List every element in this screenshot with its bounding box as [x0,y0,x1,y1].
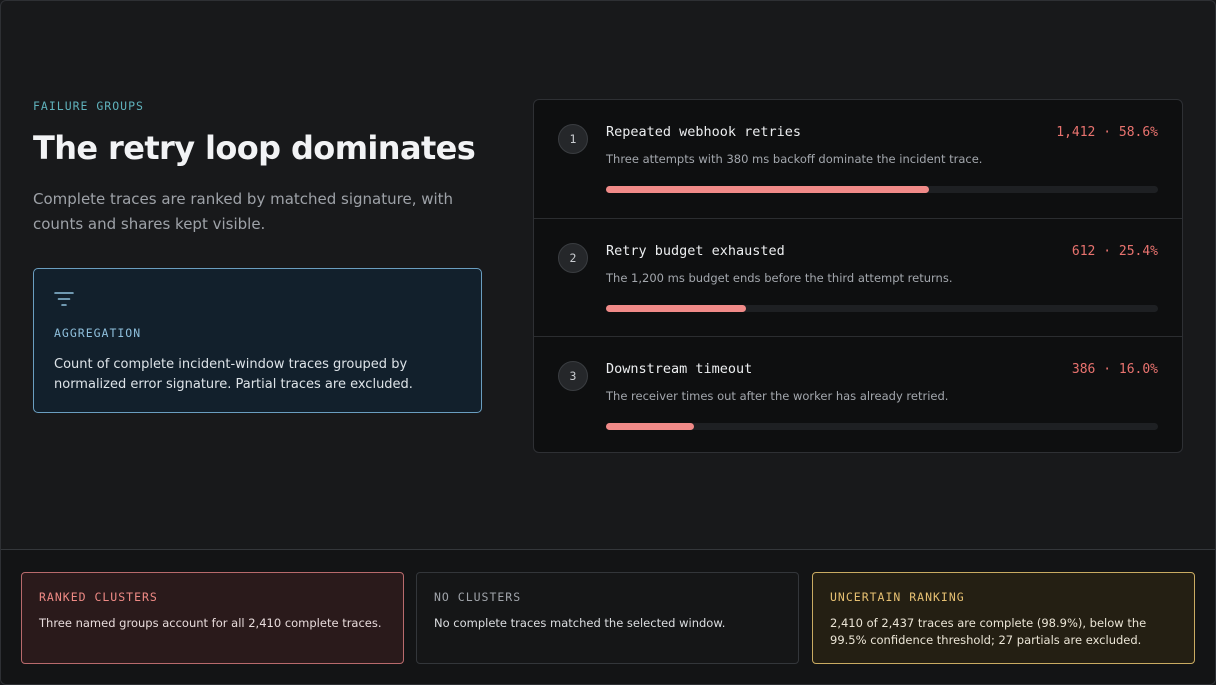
page-subtitle: Complete traces are ranked by matched si… [33,190,454,233]
cluster-count-share: 386 · 16.0% [1071,362,1158,377]
cluster-count-share: 612 · 25.4% [1071,244,1158,259]
cluster-count-share: 1,412 · 58.6% [1056,125,1158,140]
cluster-row[interactable]: 1 Repeated webhook retries 1,412 · 58.6%… [534,100,1182,218]
state-legend-strip: RANKED CLUSTERS Three named groups accou… [1,549,1215,684]
cluster-title: Downstream timeout [606,361,753,377]
share-bar-fill [606,186,930,193]
share-bar-fill [606,305,747,312]
aggregation-label: AGGREGATION [54,326,142,340]
cluster-description: The 1,200 ms budget ends before the thir… [606,271,953,285]
failure-groups-view: FAILURE GROUPS The retry loop dominates … [0,0,1216,685]
state-label: NO CLUSTERS [434,590,522,604]
share-bar-track [606,305,1158,312]
cluster-row[interactable]: 2 Retry budget exhausted 612 · 25.4% The… [534,218,1182,336]
state-no-clusters: NO CLUSTERS No complete traces matched t… [416,572,799,664]
cluster-row[interactable]: 3 Downstream timeout 386 · 16.0% The rec… [534,336,1182,452]
state-label: UNCERTAIN RANKING [830,590,965,604]
state-ranked-clusters: RANKED CLUSTERS Three named groups accou… [21,572,404,664]
cluster-description: Three attempts with 380 ms backoff domin… [606,152,983,166]
state-description: No complete traces matched the selected … [434,616,726,630]
state-description: Three named groups account for all 2,410… [39,616,382,630]
section-eyebrow: FAILURE GROUPS [33,99,144,113]
rank-badge: 3 [558,361,588,391]
state-label: RANKED CLUSTERS [39,590,158,604]
aggregation-description: Count of complete incident-window traces… [54,357,413,392]
filter-icon [54,292,74,306]
state-description: 2,410 of 2,437 traces are complete (98.9… [830,616,1147,647]
share-bar-track [606,186,1158,193]
aggregation-card: AGGREGATION Count of complete incident-w… [33,268,482,413]
page-title: The retry loop dominates [33,129,476,167]
rank-badge: 1 [558,124,588,154]
share-bar-fill [606,423,695,430]
cluster-title: Retry budget exhausted [606,243,785,259]
state-uncertain-ranking: UNCERTAIN RANKING 2,410 of 2,437 traces … [812,572,1195,664]
cluster-ranking-panel: 1 Repeated webhook retries 1,412 · 58.6%… [533,99,1183,453]
cluster-description: The receiver times out after the worker … [606,389,949,403]
rank-badge: 2 [558,243,588,273]
cluster-title: Repeated webhook retries [606,124,802,140]
share-bar-track [606,423,1158,430]
